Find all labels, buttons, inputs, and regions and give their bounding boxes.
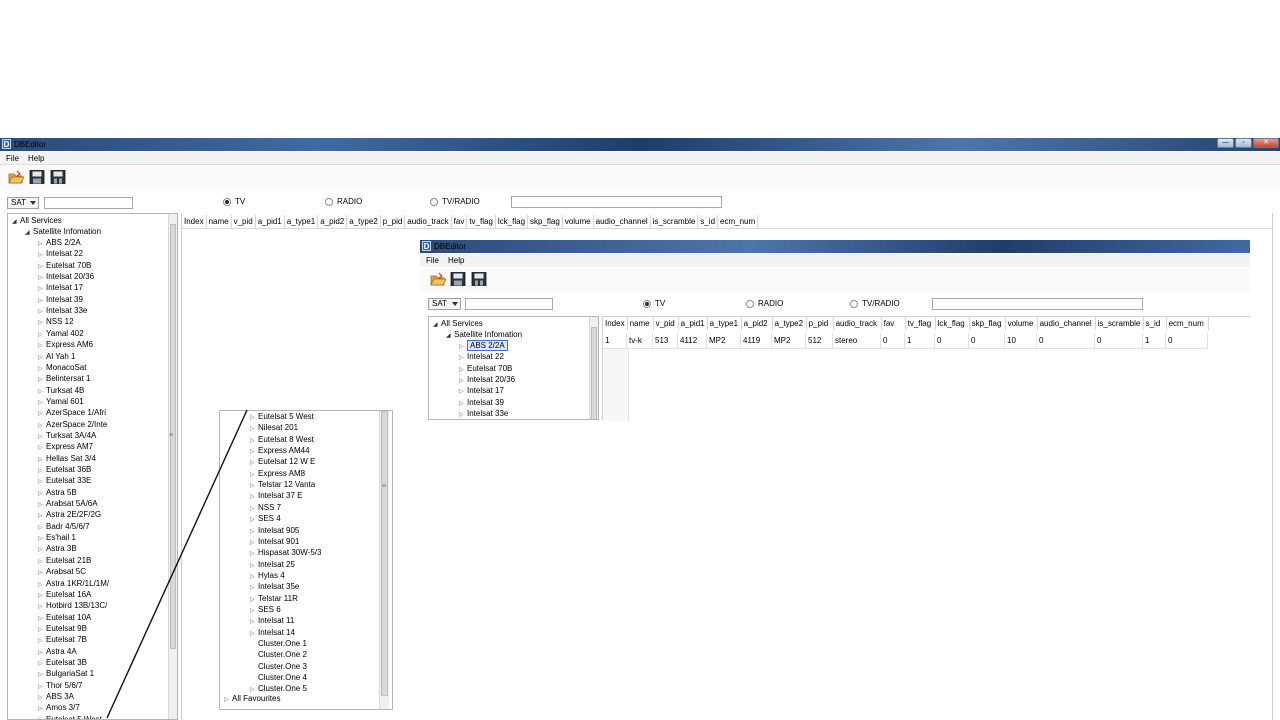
column-header[interactable]: p_pid [807, 317, 834, 330]
table-cell: 0 [1037, 333, 1095, 349]
radio-tv[interactable] [643, 300, 651, 308]
menu-help[interactable]: Help [448, 256, 464, 265]
open-folder-icon[interactable] [430, 272, 446, 286]
chevron-down-icon [452, 302, 458, 306]
radio-tvradio[interactable] [850, 300, 858, 308]
app-icon: D [422, 241, 431, 251]
table-cell: 0 [969, 333, 1005, 349]
column-header[interactable]: skp_flag [970, 317, 1006, 330]
table-cell: 513 [653, 333, 678, 349]
tree-item-label: Intelsat 33e [467, 409, 509, 419]
column-header[interactable]: s_id [1144, 317, 1167, 330]
zoomed-toolbar [420, 268, 1250, 292]
tree-item-label: Intelsat 22 [467, 352, 504, 362]
table-cell: 4119 [741, 333, 772, 349]
column-header[interactable]: a_pid1 [679, 317, 708, 330]
table-cell: stereo [833, 333, 881, 349]
column-header[interactable]: volume [1006, 317, 1038, 330]
zoomed-service-tree: ◢ All Services ◢ Satellite Infomation ▷ ABS… [428, 316, 599, 420]
table-cell: 512 [806, 333, 833, 349]
zoomed-table: Index name v_pid a_pid1 a_type1 a_pid2 a_type2… [602, 316, 1250, 421]
zoomed-window: D DBEditor File Help SAT TV RADIO TV/RAD [420, 240, 1250, 421]
table-cell: 0 [881, 333, 905, 349]
table-cell: 0 [1095, 333, 1143, 349]
zoomed-window-title: DBEditor [434, 242, 467, 251]
expanded-arrow-icon: ◢ [433, 322, 438, 328]
zoomed-menu-bar: File Help [420, 254, 1250, 267]
expanded-arrow-icon: ◢ [446, 333, 451, 339]
table-cell: 4112 [678, 333, 707, 349]
column-header[interactable]: is_scramble [1096, 317, 1144, 330]
table-cell: MP2 [707, 333, 741, 349]
column-header[interactable]: lck_flag [936, 317, 970, 330]
table-cell: 1 [603, 333, 627, 349]
collapsed-arrow-icon: ▷ [459, 412, 464, 419]
tree-item-label: Eutelsat 70B [467, 363, 513, 373]
radio-radio[interactable] [746, 300, 754, 308]
column-header[interactable]: v_pid [654, 317, 679, 330]
tree-item[interactable]: ▷ Intelsat 39 [459, 397, 504, 408]
column-header[interactable]: audio_track [834, 317, 882, 330]
tree-item[interactable]: ▷ Intelsat 17 [459, 385, 504, 396]
callout-pointer [106, 409, 248, 719]
tree-item-label: Intelsat 20/36 [467, 375, 516, 385]
radio-tv-label: TV [655, 299, 666, 308]
tree-root[interactable]: ◢ All Services [433, 318, 483, 329]
tree-item[interactable]: ▷ ABS 2/2A [459, 340, 508, 351]
column-header[interactable]: a_type1 [708, 317, 742, 330]
table-cell: 10 [1005, 333, 1037, 349]
column-header[interactable]: fav [882, 317, 906, 330]
table-cell: tv-k [627, 333, 653, 349]
column-header[interactable]: a_type2 [773, 317, 807, 330]
filter-text-input[interactable] [932, 298, 1143, 310]
search-input[interactable] [465, 298, 553, 310]
column-header[interactable]: Index [603, 317, 628, 330]
tree-item-label: Intelsat 17 [467, 386, 504, 396]
tree-item[interactable]: ▷ Intelsat 22 [459, 351, 504, 362]
table-cell: 1 [905, 333, 935, 349]
column-header[interactable]: a_pid2 [742, 317, 773, 330]
table-header: Index name v_pid a_pid1 a_type1 a_pid2 a_type2… [603, 317, 1209, 330]
table-cell: 1 [1143, 333, 1166, 349]
row-gutter [603, 349, 629, 421]
table-cell: 0 [935, 333, 969, 349]
type-select-value: SAT [432, 299, 447, 308]
menu-file[interactable]: File [426, 256, 439, 265]
tree-group[interactable]: ◢ Satellite Infomation [446, 329, 522, 340]
table-cell: 0 [1166, 333, 1208, 349]
radio-tvradio-label: TV/RADIO [862, 299, 900, 308]
tree-item-label: Intelsat 39 [467, 397, 504, 407]
tree-scrollbar[interactable] [589, 317, 598, 419]
zoomed-window-titlebar: D DBEditor [420, 240, 1250, 253]
radio-radio-label: RADIO [758, 299, 784, 308]
scrollbar-thumb[interactable] [591, 327, 597, 419]
tree-item[interactable]: ▷ Intelsat 20/36 [459, 374, 515, 385]
save-icon[interactable] [450, 272, 466, 286]
save-as-icon[interactable] [471, 272, 487, 286]
selected-tree-item-label: ABS 2/2A [467, 340, 508, 351]
table-cell: MP2 [772, 333, 806, 349]
column-header[interactable]: ecm_num [1167, 317, 1209, 330]
column-header[interactable]: audio_channel [1038, 317, 1096, 330]
tree-item[interactable]: ▷ Intelsat 33e [459, 408, 508, 419]
column-header[interactable]: tv_flag [906, 317, 936, 330]
tree-item[interactable]: ▷ Eutelsat 70B [459, 363, 512, 374]
column-header[interactable]: name [628, 317, 654, 330]
type-select[interactable]: SAT [428, 298, 461, 310]
table-row[interactable]: 1 tv-k 513 4112 MP2 4119 MP2 512 stereo 0 1 0 0 10 0 0 1… [603, 333, 1208, 349]
